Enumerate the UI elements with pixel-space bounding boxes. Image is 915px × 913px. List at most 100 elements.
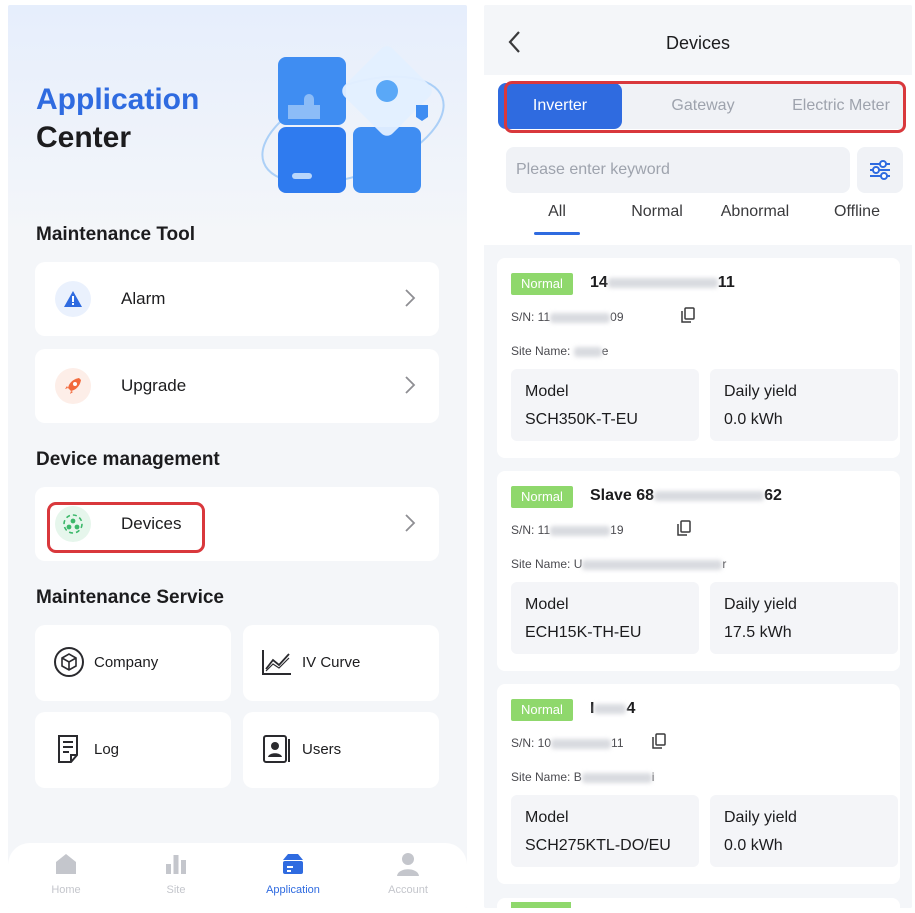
device-name: Slave 68 62 bbox=[590, 487, 782, 505]
daily-yield-label: Daily yield bbox=[724, 596, 797, 613]
user-card-icon bbox=[263, 735, 290, 763]
alarm-label: Alarm bbox=[121, 289, 166, 308]
copy-icon[interactable] bbox=[681, 307, 695, 323]
tab-site[interactable]: Site bbox=[126, 851, 226, 896]
daily-yield-box: Daily yield 0.0 kWh bbox=[710, 795, 898, 867]
cube-icon bbox=[54, 647, 84, 677]
person-icon bbox=[397, 853, 419, 876]
status-tab-all[interactable]: All bbox=[534, 203, 580, 235]
device-card-partial bbox=[497, 898, 900, 908]
device-name: I4 bbox=[590, 700, 635, 718]
rocket-icon bbox=[55, 368, 91, 404]
nav-header: Devices bbox=[484, 5, 912, 75]
nav-title: Devices bbox=[665, 33, 731, 53]
site-prefix: Site Name: U bbox=[511, 557, 583, 571]
log-card[interactable]: Log bbox=[35, 712, 231, 788]
tab-account-label: Account bbox=[388, 884, 428, 896]
tab-application-label: Application bbox=[266, 884, 320, 896]
site-prefix: Site Name: B bbox=[511, 770, 582, 784]
device-name-suffix: 11 bbox=[717, 274, 735, 291]
upgrade-item[interactable]: Upgrade bbox=[35, 349, 439, 423]
serial-number: S/N: 11 09 bbox=[511, 310, 624, 324]
status-badge-partial bbox=[511, 902, 571, 908]
serial-suffix: 19 bbox=[610, 523, 624, 537]
device-card[interactable]: Normal Slave 68 62 S/N: 11 19 Site Name: U… bbox=[497, 471, 900, 671]
iv-curve-label: IV Curve bbox=[302, 654, 361, 671]
model-label: Model bbox=[525, 383, 569, 400]
serial-prefix: S/N: 11 bbox=[511, 523, 551, 537]
site-name: Site Name: U r bbox=[511, 557, 726, 571]
devices-screen: Devices Inverter Gateway Electric Meter … bbox=[484, 5, 912, 908]
document-icon bbox=[58, 735, 78, 763]
model-value: SCH275KTL-DO/EU bbox=[525, 837, 671, 854]
status-tab-offline[interactable]: Offline bbox=[822, 203, 892, 221]
serial-prefix: S/N: 11 bbox=[511, 310, 551, 324]
model-box: Model SCH275KTL-DO/EU bbox=[511, 795, 699, 867]
site-suffix: e bbox=[601, 344, 609, 358]
application-illustration bbox=[261, 46, 445, 193]
log-label: Log bbox=[94, 741, 120, 758]
status-badge: Normal bbox=[511, 273, 573, 295]
model-box: Model SCH350K-T-EU bbox=[511, 369, 699, 441]
tab-home-label: Home bbox=[51, 884, 81, 896]
serial-prefix: S/N: 10 bbox=[511, 736, 552, 750]
site-name: Site Name: B i bbox=[511, 770, 654, 784]
daily-yield-box: Daily yield 17.5 kWh bbox=[710, 582, 898, 654]
home-icon bbox=[56, 854, 76, 874]
section-title-device-management: Device management bbox=[36, 449, 220, 470]
device-name-prefix: Slave 68 bbox=[590, 487, 655, 504]
copy-icon[interactable] bbox=[677, 520, 691, 536]
model-value: SCH350K-T-EU bbox=[525, 411, 638, 428]
filter-button[interactable] bbox=[857, 147, 903, 193]
company-card[interactable]: Company bbox=[35, 625, 231, 701]
company-label: Company bbox=[94, 654, 159, 671]
users-card[interactable]: Users bbox=[243, 712, 439, 788]
model-label: Model bbox=[525, 809, 569, 826]
users-label: Users bbox=[302, 741, 342, 758]
status-tab-abnormal[interactable]: Abnormal bbox=[710, 203, 800, 221]
chevron-right-icon bbox=[405, 514, 416, 532]
page-title: Application Center bbox=[36, 81, 199, 157]
alarm-item[interactable]: Alarm bbox=[35, 262, 439, 336]
daily-yield-box: Daily yield 0.0 kWh bbox=[710, 369, 898, 441]
status-badge: Normal bbox=[511, 486, 573, 508]
sliders-icon bbox=[870, 160, 890, 180]
section-title-maintenance-tool: Maintenance Tool bbox=[36, 224, 196, 245]
daily-yield-value: 0.0 kWh bbox=[724, 411, 783, 428]
line-chart-icon bbox=[262, 650, 291, 675]
section-title-maintenance-service: Maintenance Service bbox=[36, 587, 224, 608]
page-title-line2: Center bbox=[36, 121, 132, 154]
daily-yield-label: Daily yield bbox=[724, 809, 797, 826]
status-badge: Normal bbox=[511, 699, 573, 721]
model-value: ECH15K-TH-EU bbox=[525, 624, 642, 641]
device-name: 14 11 bbox=[590, 274, 735, 292]
tab-application[interactable]: Application bbox=[243, 851, 343, 896]
site-suffix: r bbox=[722, 557, 727, 571]
tab-account[interactable]: Account bbox=[358, 851, 458, 896]
device-card[interactable]: Normal 14 11 S/N: 11 09 Site Name: e Model… bbox=[497, 258, 900, 458]
serial-number: S/N: 11 19 bbox=[511, 523, 624, 537]
segment-highlight-box bbox=[504, 81, 906, 133]
search-input[interactable] bbox=[506, 147, 850, 193]
model-box: Model ECH15K-TH-EU bbox=[511, 582, 699, 654]
daily-yield-label: Daily yield bbox=[724, 383, 797, 400]
device-card[interactable]: Normal I4 S/N: 10 11 Site Name: B i Model … bbox=[497, 684, 900, 884]
application-center-screen: Application Center Maintenance Tool Alar… bbox=[8, 5, 467, 908]
page-title-line1: Application bbox=[36, 83, 200, 116]
application-box-icon bbox=[283, 854, 303, 874]
copy-icon[interactable] bbox=[652, 733, 666, 749]
device-name-prefix: 14 bbox=[590, 274, 608, 291]
daily-yield-value: 17.5 kWh bbox=[724, 624, 792, 641]
chevron-right-icon bbox=[405, 376, 416, 394]
tab-site-label: Site bbox=[166, 884, 186, 896]
warning-triangle-icon bbox=[55, 281, 91, 317]
tab-home[interactable]: Home bbox=[16, 851, 116, 896]
device-name-suffix: 4 bbox=[626, 700, 636, 717]
status-tab-normal[interactable]: Normal bbox=[622, 203, 692, 221]
site-name: Site Name: e bbox=[511, 344, 608, 358]
serial-number: S/N: 10 11 bbox=[511, 736, 624, 750]
serial-suffix: 09 bbox=[610, 310, 624, 324]
iv-curve-card[interactable]: IV Curve bbox=[243, 625, 439, 701]
devices-highlight-box bbox=[47, 502, 205, 553]
chevron-right-icon bbox=[405, 289, 416, 307]
